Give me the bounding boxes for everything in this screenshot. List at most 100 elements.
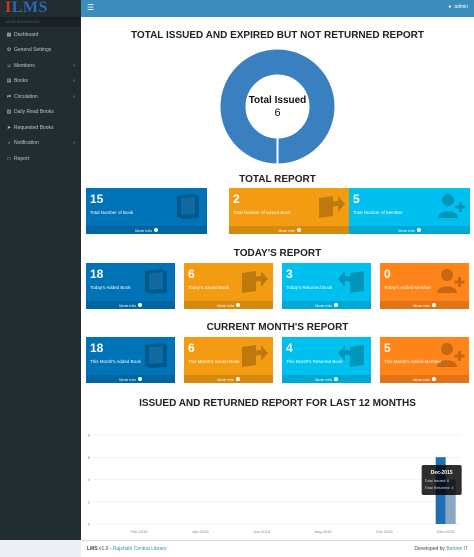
sidebar-item-daily-read-books[interactable]: ▧ Daily Read Books [0,105,81,121]
more-info-label: More info [119,376,136,382]
donut-value: 6 [274,106,281,119]
more-info-label: More info [278,227,295,233]
more-info-label: More info [413,302,430,308]
stat-label: This Month's Issued Book [188,359,240,364]
more-info-link[interactable]: More info➤ [349,226,470,234]
book-icon [141,267,171,295]
x-tick-label: Feb-2015 [130,529,148,534]
sidebar-item-notification[interactable]: ♪ Notification ‹ [0,136,81,152]
stat-box-today-s-added-book: 18 Today's Added Book More info➤ [86,263,175,309]
paper-plane-icon: ➤ [6,124,12,131]
exchange-icon: ⇄ [6,93,12,100]
chevron-left-icon: ‹ [73,78,75,85]
sidebar-item-label: Notification [14,140,39,147]
users-icon: ☺ [6,62,12,69]
more-info-link[interactable]: More info➤ [86,301,175,309]
footer-developed-by: Developed by [414,546,447,552]
user-icon: ● [448,4,452,10]
sidebar-item-label: Books [14,78,28,85]
tooltip-line: Total Returned: 4 [425,486,454,490]
more-info-link[interactable]: More info➤ [184,301,273,309]
chart-title: ISSUED AND RETURNED REPORT FOR LAST 12 M… [139,398,416,409]
sidebar-item-report[interactable]: □ Report [0,151,81,167]
stat-label: Total Number of Member [353,210,403,215]
more-info-link[interactable]: More info➤ [184,375,273,383]
arrow-circle-right-icon: ➤ [416,228,421,232]
stat-number: 5 [384,341,391,355]
stat-number: 3 [286,267,293,281]
stat-label: This Month's Returned Book [286,359,343,364]
share-icon [316,192,346,220]
more-info-label: More info [413,376,430,382]
gear-icon: ⚙ [6,47,12,54]
bars-icon[interactable]: ☰ [87,3,94,12]
x-tick-label: Aug-2015 [314,529,332,534]
more-info-label: More info [217,376,234,382]
more-info-link[interactable]: More info➤ [282,301,371,309]
footer-developer-link[interactable]: Bertine IT [446,546,468,552]
user-menu[interactable]: ● admin [448,4,468,10]
stat-box-today-s-added-member: 0 Today's Added Member More info➤ [380,263,469,309]
y-tick-label: 0 [88,522,91,527]
chevron-left-icon: ‹ [73,93,75,100]
y-tick-label: 4 [88,477,91,482]
stat-number: 6 [188,341,195,355]
stat-number: 6 [188,267,195,281]
sidebar-item-dashboard[interactable]: ▦ Dashboard [0,27,81,43]
arrow-circle-right-icon: ➤ [137,377,142,381]
stat-label: Total Number of Issued Book [233,210,291,215]
more-info-link[interactable]: More info➤ [86,375,175,383]
stat-box-total-number-of-member: 5 Total Number of Member More info➤ [349,188,470,234]
main-content: TOTAL ISSUED AND EXPIRED BUT NOT RETURNE… [81,17,474,540]
stat-number: 18 [90,267,104,281]
more-info-label: More info [398,227,415,233]
issued-returned-chart[interactable]: 0 2 4 6 8 Feb-2015 Apr-2015 Jun-2015 Aug-2015 Oct… [81,427,474,540]
issued-donut[interactable]: Total Issued 6 [220,49,335,164]
stat-label: Today's Issued Book [188,285,230,290]
sidebar-item-circulation[interactable]: ⇄ Circulation ‹ [0,89,81,105]
more-info-link[interactable]: More info➤ [86,226,207,234]
x-tick-label: Oct-2015 [376,529,393,534]
arrow-circle-right-icon: ➤ [296,228,301,232]
sidebar-item-label: Circulation [14,93,38,100]
book-icon: ▤ [6,78,12,85]
donut-label: Total Issued 6 [220,49,335,164]
chevron-left-icon: ‹ [73,62,75,69]
not-returned-title: TOTAL ISSUED AND EXPIRED BUT NOT RETURNE… [131,30,424,41]
footer-credit: Developed by Bertine IT [414,546,468,552]
stat-label: This Month's Added Member [384,359,442,364]
bell-icon: ♪ [7,140,11,147]
arrow-circle-right-icon: ➤ [137,303,142,307]
arrow-circle-right-icon: ➤ [235,377,240,381]
sidebar-item-books[interactable]: ▤ Books ‹ [0,74,81,90]
sidebar-item-label: Daily Read Books [14,109,54,116]
reply-icon [337,341,367,369]
stat-number: 15 [90,192,104,206]
footer-version: LMS v1.0 - Rajshahi Central Library [87,546,167,552]
more-info-link[interactable]: More info➤ [229,226,350,234]
sidebar-item-members[interactable]: ☺ Members ‹ [0,58,81,74]
stat-number: 2 [233,192,240,206]
sidebar-item-requested-books[interactable]: ➤ Requested Books [0,120,81,136]
today-report-title: TODAY'S REPORT [233,248,322,259]
stat-number: 5 [353,192,360,206]
more-info-label: More info [315,376,332,382]
sidebar-item-general-settings[interactable]: ⚙ General Settings [0,43,81,59]
stat-number: 18 [90,341,104,355]
stat-box-today-s-issued-book: 6 Today's Issued Book More info➤ [184,263,273,309]
footer-library-link[interactable]: Rajshahi Central Library [113,546,167,552]
arrow-circle-right-icon: ➤ [431,303,436,307]
more-info-label: More info [217,302,234,308]
more-info-label: More info [315,302,332,308]
app-logo[interactable]: ILMS [0,0,81,17]
stat-number: 0 [384,267,391,281]
share-icon [239,341,269,369]
stat-box-total-number-of-book: 15 Total Number of Book More info➤ [86,188,207,234]
footer-app-name: LMS [87,546,98,552]
user-plus-icon [436,192,466,220]
more-info-link[interactable]: More info➤ [282,375,371,383]
chevron-left-icon: ‹ [73,140,75,147]
more-info-link[interactable]: More info➤ [380,375,469,383]
more-info-link[interactable]: More info➤ [380,301,469,309]
arrow-circle-right-icon: ➤ [333,377,338,381]
